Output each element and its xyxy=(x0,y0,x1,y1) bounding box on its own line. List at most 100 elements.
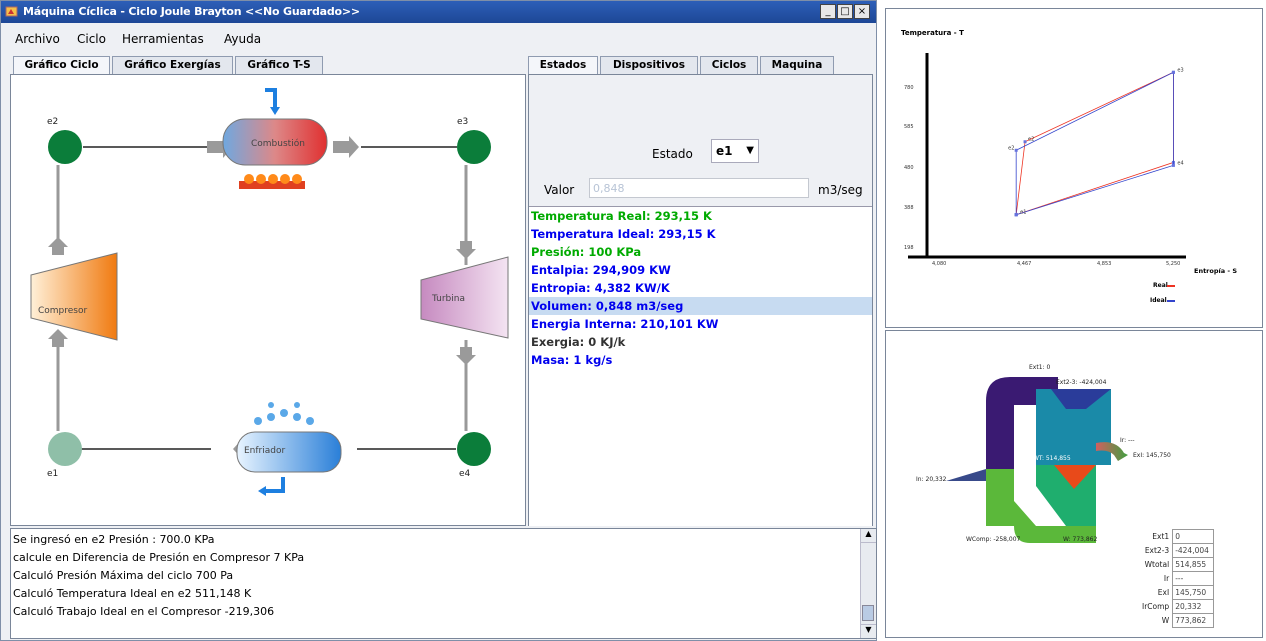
exergy-flow-in xyxy=(946,469,986,481)
menu-archivo[interactable]: Archivo xyxy=(15,32,60,46)
ts-series-ideal xyxy=(1015,71,1174,216)
ts-point-label: e2 xyxy=(1028,137,1034,143)
label-in: In: 20,332 xyxy=(916,476,947,483)
log-line: Calculó Presión Máxima del ciclo 700 Pa xyxy=(13,569,234,582)
menu-ayuda[interactable]: Ayuda xyxy=(224,32,261,46)
maximize-button[interactable]: □ xyxy=(837,4,853,19)
property-item[interactable]: Presión: 100 KPa xyxy=(529,243,872,261)
table-key: ExI xyxy=(1157,588,1170,597)
scroll-thumb[interactable] xyxy=(862,605,874,621)
property-text: Volumen: 0,848 m3/seg xyxy=(531,299,684,313)
flame-icons xyxy=(239,174,305,189)
node-e4[interactable] xyxy=(457,432,491,466)
table-value[interactable]: --- xyxy=(1172,571,1215,586)
node-e4-label: e4 xyxy=(459,469,471,479)
label-w: W: 773,862 xyxy=(1063,536,1098,543)
property-text: Entalpia: 294,909 KW xyxy=(531,263,671,277)
legend-real: Real xyxy=(1153,282,1168,289)
label-ext23: Ext2-3: -424,004 xyxy=(1056,379,1107,386)
table-key: IrComp xyxy=(1142,602,1170,611)
table-key: Wtotal xyxy=(1144,560,1170,569)
legend-ideal: Ideal xyxy=(1150,297,1167,304)
table-value[interactable]: 145,750 xyxy=(1172,585,1215,600)
scroll-down-icon[interactable]: ▼ xyxy=(861,624,876,638)
property-item[interactable]: Entalpia: 294,909 KW xyxy=(529,261,872,279)
table-value[interactable]: 0 xyxy=(1172,529,1215,544)
table-row: Ext1 0 xyxy=(1140,529,1215,544)
close-button[interactable]: × xyxy=(854,4,870,19)
property-text: Energia Interna: 210,101 KW xyxy=(531,317,719,331)
property-item[interactable]: Exergia: 0 KJ/k xyxy=(529,333,872,351)
property-text: Temperatura Real: 293,15 K xyxy=(531,209,712,223)
property-item[interactable]: Masa: 1 kg/s xyxy=(529,351,872,369)
title-bar[interactable]: Máquina Cíclica - Ciclo Joule Brayton <<… xyxy=(1,1,876,23)
property-text: Presión: 100 KPa xyxy=(531,245,642,259)
minimize-button[interactable]: _ xyxy=(820,4,836,19)
ts-ytick: 480 xyxy=(904,165,914,171)
node-e2[interactable] xyxy=(48,130,82,164)
property-text: Temperatura Ideal: 293,15 K xyxy=(531,227,716,241)
cycle-pipes xyxy=(67,146,457,450)
valor-input[interactable] xyxy=(589,178,809,198)
ts-series-real xyxy=(1015,71,1174,216)
ts-xtick: 5,250 xyxy=(1166,261,1180,267)
label-wcomp: WComp: -258,007 xyxy=(966,536,1021,543)
turbine-label: Turbina xyxy=(432,294,465,304)
table-row: Ir --- xyxy=(1140,571,1215,586)
table-value[interactable]: -424,004 xyxy=(1172,543,1215,558)
tab-maquina[interactable]: Maquina xyxy=(760,56,834,74)
ts-point xyxy=(1014,213,1018,217)
ts-point xyxy=(1014,148,1018,152)
ts-ytick: 198 xyxy=(904,245,914,251)
ts-ytick: 585 xyxy=(904,124,914,130)
menu-ciclo[interactable]: Ciclo xyxy=(77,32,106,46)
property-text: Masa: 1 kg/s xyxy=(531,353,613,367)
menu-herramientas[interactable]: Herramientas xyxy=(122,32,204,46)
exergy-table: Ext1 0 Ext2-3 -424,004 Wtotal 514,855 Ir ---… xyxy=(1140,529,1215,628)
legend-ideal-swatch xyxy=(1167,300,1175,302)
property-item-selected[interactable]: Volumen: 0,848 m3/seg xyxy=(529,297,872,315)
tab-grafico-ts[interactable]: Gráfico T-S xyxy=(235,56,323,74)
exergy-panel: Ext1: 0 Ext2-3: -424,004 WT: 514,855 Ir:… xyxy=(885,330,1263,638)
estado-select[interactable]: e1 ▼ xyxy=(711,139,759,163)
tab-ciclos[interactable]: Ciclos xyxy=(700,56,758,74)
table-row: Ext2-3 -424,004 xyxy=(1140,543,1215,558)
property-item[interactable]: Temperatura Ideal: 293,15 K xyxy=(529,225,872,243)
table-value[interactable]: 773,862 xyxy=(1172,613,1215,628)
log-scrollbar[interactable]: ▲ ▼ xyxy=(860,529,876,638)
table-row: Wtotal 514,855 xyxy=(1140,557,1215,572)
ts-xtick: 4,853 xyxy=(1097,261,1111,267)
combustion-label: Combustión xyxy=(251,139,305,149)
label-wt: WT: 514,855 xyxy=(1033,455,1071,462)
ts-xtick: 4,467 xyxy=(1017,261,1031,267)
compressor-device[interactable] xyxy=(30,252,118,341)
tab-estados[interactable]: Estados xyxy=(528,56,598,74)
property-item[interactable]: Temperatura Real: 293,15 K xyxy=(529,207,872,225)
table-value[interactable]: 514,855 xyxy=(1172,557,1215,572)
tab-dispositivos[interactable]: Dispositivos xyxy=(600,56,698,74)
tab-grafico-exergias[interactable]: Gráfico Exergías xyxy=(112,56,233,74)
table-key: Ext2-3 xyxy=(1144,546,1170,555)
label-ext1: Ext1: 0 xyxy=(1029,364,1051,371)
table-value[interactable]: 20,332 xyxy=(1172,599,1215,614)
properties-list: Temperatura Real: 293,15 K Temperatura I… xyxy=(529,206,872,526)
node-e1[interactable] xyxy=(48,432,82,466)
chevron-down-icon: ▼ xyxy=(746,145,754,156)
property-item[interactable]: Entropia: 4,382 KW/K xyxy=(529,279,872,297)
node-e3[interactable] xyxy=(457,130,491,164)
log-list: Se ingresó en e2 Presión : 700.0 KPa cal… xyxy=(13,531,304,621)
heat-in-arrow-icon xyxy=(265,88,277,108)
scroll-up-icon[interactable]: ▲ xyxy=(861,529,876,543)
cycle-vertical-pipes xyxy=(56,165,468,431)
estado-label: Estado xyxy=(652,147,693,161)
legend-real-swatch xyxy=(1167,285,1175,287)
property-item[interactable]: Energia Interna: 210,101 KW xyxy=(529,315,872,333)
tab-grafico-ciclo[interactable]: Gráfico Ciclo xyxy=(13,56,110,74)
cooler-label: Enfriador xyxy=(244,446,286,456)
node-e2-label: e2 xyxy=(47,117,59,127)
main-window: Máquina Cíclica - Ciclo Joule Brayton <<… xyxy=(0,0,877,641)
app-icon xyxy=(5,6,18,17)
menu-bar: Archivo Ciclo Herramientas Ayuda xyxy=(1,23,876,53)
label-ir: Ir: --- xyxy=(1120,437,1135,444)
table-key: Ext1 xyxy=(1152,532,1170,541)
